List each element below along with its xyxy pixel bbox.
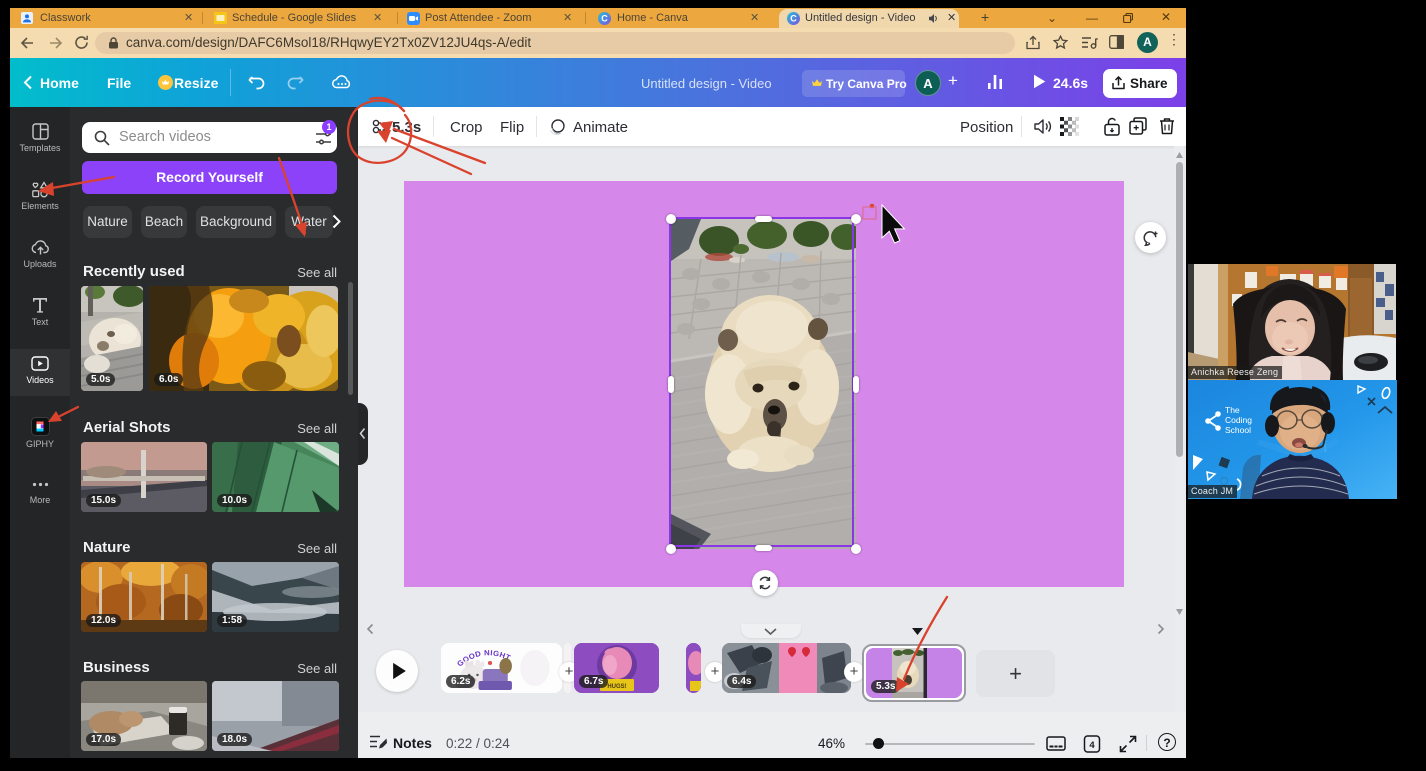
svg-text:Coding: Coding: [1225, 415, 1252, 425]
svg-text:School: School: [1225, 425, 1251, 435]
svg-text:4: 4: [1089, 740, 1095, 751]
svg-text:HUGS!: HUGS!: [607, 684, 626, 690]
svg-text:C: C: [790, 14, 797, 24]
svg-text:The: The: [1225, 405, 1240, 415]
svg-text:C: C: [601, 13, 608, 23]
